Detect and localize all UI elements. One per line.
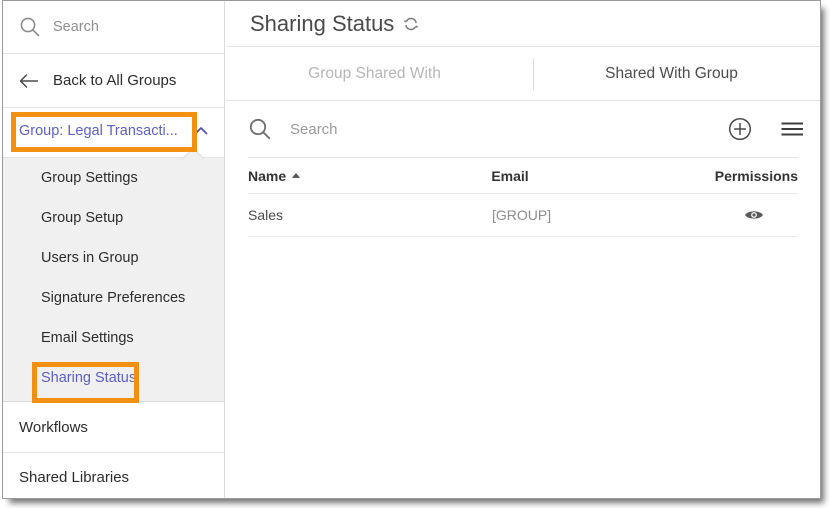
table-row[interactable]: Sales [GROUP] [248,194,798,237]
column-header-permissions[interactable]: Permissions [715,168,798,184]
tab-label: Shared With Group [605,64,738,82]
refresh-icon[interactable] [403,16,419,32]
column-header-name[interactable]: Name [248,168,491,184]
eye-icon[interactable] [744,208,764,222]
sidebar-item-label: Sharing Status [41,370,137,386]
sidebar-nav: Workflows Shared Libraries [3,403,224,498]
sidebar-item-users-in-group[interactable]: Users in Group [3,238,224,278]
cell-name: Sales [248,207,284,223]
sidebar-item-label: Workflows [19,419,88,436]
sidebar-item-email-settings[interactable]: Email Settings [3,318,224,358]
window-frame: Search Back to All Groups Group: Legal T… [2,0,821,499]
sidebar-item-group-setup[interactable]: Group Setup [3,198,224,238]
submenu-notch [180,147,206,159]
page-title: Sharing Status [250,10,395,36]
tab-bar: Group Shared With Shared With Group [226,47,820,101]
sidebar-item-shared-libraries[interactable]: Shared Libraries [3,453,224,498]
back-to-all-groups-label: Back to All Groups [53,72,177,89]
column-header-label: Name [248,167,287,184]
plus-circle-icon[interactable] [728,117,752,141]
sidebar-item-label: Group Settings [41,170,138,186]
search-input[interactable] [290,120,728,138]
tab-shared-with-group[interactable]: Shared With Group [523,65,820,83]
cell-permissions [716,208,798,222]
sidebar-submenu: Group Settings Group Setup Users in Grou… [3,157,224,402]
tab-label: Group Shared With [308,64,441,82]
main-content: Sharing Status Group Shared With Shared … [226,1,820,498]
column-header-label: Email [491,167,529,184]
content-search-bar [248,101,803,158]
sharing-table: Name Email Permissions Sales [GROUP] [248,158,798,237]
page-title-bar: Sharing Status [226,1,820,47]
back-to-all-groups-button[interactable]: Back to All Groups [3,54,224,108]
sidebar-item-group-settings[interactable]: Group Settings [3,158,224,198]
column-header-label: Permissions [714,167,798,184]
tab-divider [533,58,534,90]
search-icon [248,117,272,141]
sidebar-item-sharing-status[interactable]: Sharing Status [3,358,224,398]
search-icon [19,16,41,38]
sort-ascending-icon [292,173,301,178]
hamburger-menu-icon[interactable] [780,117,804,141]
sidebar-search-placeholder: Search [53,19,99,35]
sidebar-item-label: Email Settings [41,330,134,346]
app-root: Search Back to All Groups Group: Legal T… [0,0,830,508]
cell-email: [GROUP] [492,207,552,223]
tab-group-shared-with[interactable]: Group Shared With [226,65,523,83]
sidebar-search[interactable]: Search [3,1,224,54]
sidebar-group-header-label: Group: Legal Transacti... [19,123,178,139]
sidebar-item-label: Shared Libraries [19,469,130,486]
sidebar-item-label: Group Setup [41,210,124,226]
sidebar: Search Back to All Groups Group: Legal T… [3,1,225,498]
column-header-email[interactable]: Email [491,168,714,184]
sidebar-item-label: Signature Preferences [41,290,186,306]
table-header-row: Name Email Permissions [248,158,798,194]
chevron-up-icon[interactable] [194,124,208,136]
sidebar-item-workflows[interactable]: Workflows [3,403,224,453]
sidebar-item-label: Users in Group [41,250,139,266]
arrow-left-icon [19,73,39,89]
sidebar-item-signature-preferences[interactable]: Signature Preferences [3,278,224,318]
